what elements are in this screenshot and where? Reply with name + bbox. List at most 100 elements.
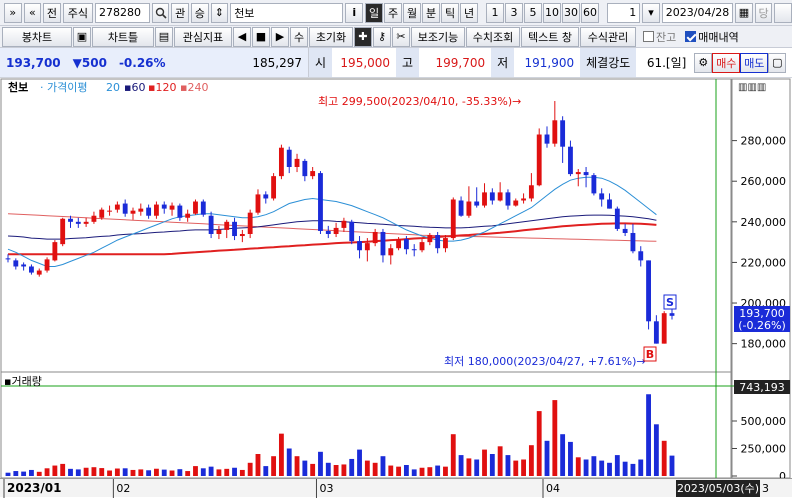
period-tab-1[interactable]: 주 [384,2,403,23]
volume-bar [591,456,597,476]
minute-tab-1[interactable]: 1 [485,2,504,23]
indicator-button[interactable]: 관심지표 [174,26,232,47]
volume-bar [419,467,425,476]
candle-body [489,192,495,201]
candle-chart-button[interactable]: 봉차트 [2,26,72,47]
updown-button[interactable]: 승 [191,2,209,23]
candle-body [450,199,456,239]
volume-bar [177,469,183,476]
volume-bar [333,465,339,476]
numeric-button[interactable]: 수 [290,26,308,47]
chart-frame-button[interactable]: 차트틀 [92,26,154,47]
candle-body [99,209,105,218]
scissors-icon[interactable]: ✂ [392,26,410,47]
gear-icon[interactable]: ⚙ [694,52,713,73]
volume-bar [52,465,58,476]
buy-button[interactable]: 매수 [712,52,741,73]
minute-tab-3[interactable]: 3 [504,2,523,23]
candle-body [607,199,612,209]
candle-body [513,200,519,206]
watchlist-button[interactable]: 관 [171,2,189,23]
balance-check-icon[interactable] [643,31,654,42]
trades-check-icon[interactable] [685,31,697,42]
price-chart[interactable]: 천보 · 가격이평 20 ▪60 ▪120 ▪240 ▥▥▥ ▪거래량 280,000 260,0… [0,78,792,480]
pull-button[interactable]: 당 [754,2,773,23]
candle-body [232,221,237,237]
settings-icon[interactable]: ▣ [73,26,91,47]
nav-prev-button[interactable]: » [4,2,22,23]
text-window-button[interactable]: 텍스트 창 [521,26,579,47]
volume-bar [278,433,284,476]
candle-body [271,176,277,199]
formula-manage-button[interactable]: 수식관리 [580,26,636,47]
reset-button[interactable]: 초기화 [309,26,353,47]
legend-envelope: · 가격이평 [40,81,87,94]
volume-bar [427,467,433,476]
market-type-select[interactable]: 주식 [62,2,94,23]
volume-bar [29,469,34,476]
period-tab-4[interactable]: 틱 [441,2,460,23]
volume-bar [536,411,542,476]
candle-body [239,234,245,237]
stop-icon[interactable]: ■ [252,26,270,47]
scroll-right-icon[interactable]: ▶ [271,26,289,47]
calendar-icon[interactable]: ▦ [735,2,753,23]
more-icon[interactable] [774,2,792,23]
prev-stock-button[interactable]: 전 [43,2,61,23]
aux-function-button[interactable]: 보조기능 [411,26,465,47]
ohlc-group: 시 195,000 고 199,700 저 191,900 체결강도 61.[일… [308,48,693,77]
volume-bar [122,468,128,476]
balance-label: 잔고 [656,30,677,44]
time-axis-bar: 2023/01 02 03 04 2023/05/03(수) 3 [0,478,792,498]
trades-label: 매매내역 [698,30,739,44]
candle-body [583,172,589,176]
minute-tab-60[interactable]: 60 [580,2,599,23]
chevron-down-icon[interactable]: ▾ [642,2,660,23]
candle-body [13,260,19,267]
candle-body [638,251,644,261]
volume-bar [575,457,581,476]
save-icon[interactable]: ▤ [155,26,173,47]
sell-button[interactable]: 매도 [740,52,769,73]
minute-tab-10[interactable]: 10 [542,2,561,23]
volume-bar [130,469,136,476]
candle-body [661,313,667,344]
volume-bar [341,464,347,476]
period-tab-5[interactable]: 년 [460,2,479,23]
crosshair-icon[interactable]: ✚ [354,26,372,47]
period-tab-0[interactable]: 일 [365,2,384,23]
volume-bar [443,466,448,476]
nav-up-button[interactable]: « [23,2,42,23]
candle-body [349,221,355,242]
scroll-left-icon[interactable]: ◀ [233,26,251,47]
stock-code-input[interactable]: 278280 [95,2,150,23]
date-input[interactable]: 2023/04/28 [661,2,734,23]
trades-checkbox[interactable]: 매매내역 [685,29,739,45]
volume-bar [255,454,261,476]
search-icon[interactable] [151,2,170,23]
volume-bar [513,460,519,476]
period-tab-3[interactable]: 분 [422,2,441,23]
numeric-lookup-button[interactable]: 수치조회 [466,26,520,47]
volume-bar [286,448,292,476]
minute-tab-5[interactable]: 5 [523,2,542,23]
cursor-date: 2023/05/03(수) [677,482,759,495]
spin-icon[interactable]: ⇕ [210,2,229,23]
candle-body [435,235,441,249]
count-stepper[interactable]: 1 [606,2,641,23]
expand-icon[interactable]: ▢ [768,52,787,73]
candle-body [138,208,144,212]
info-button[interactable]: i [345,2,364,23]
volume-bar [474,459,480,476]
minute-tab-30[interactable]: 30 [561,2,580,23]
candle-body [216,229,222,234]
candle-body [474,201,480,206]
volume-bar [568,441,573,476]
brush-icon[interactable]: ⚷ [373,26,391,47]
balance-checkbox[interactable]: 잔고 [643,29,676,45]
volume-bar [653,424,659,476]
volume-bar [216,469,222,476]
candle-body [325,230,331,234]
period-tab-2[interactable]: 월 [403,2,422,23]
volume-bar [411,469,417,476]
